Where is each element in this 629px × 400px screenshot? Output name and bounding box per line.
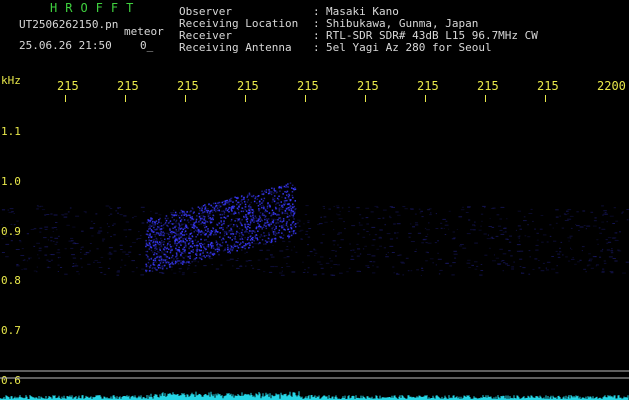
meteor-label: meteor	[124, 25, 164, 38]
datetime: 25.06.26 21:50	[19, 39, 112, 52]
x-tick-label: 215	[117, 79, 139, 93]
y-unit-label: kHz	[1, 74, 21, 87]
x-tick-label: 215	[417, 79, 439, 93]
file-name: UT2506262150.pn	[19, 18, 119, 31]
x-tick-label: 215	[177, 79, 199, 93]
x-tick-label: 2200	[597, 79, 626, 93]
x-tick-label: 215	[357, 79, 379, 93]
x-tick-label: 215	[477, 79, 499, 93]
brand-title: HROFFT	[50, 1, 142, 15]
x-tick-label: 215	[237, 79, 259, 93]
noise-band	[1, 205, 629, 276]
meteor-count: 0_	[140, 39, 154, 52]
x-tick-label: 215	[537, 79, 559, 93]
sep-4: :	[313, 41, 320, 54]
value-antenna: 5el Yagi Az 280 for Seoul	[326, 41, 492, 54]
label-antenna: Receiving Antenna	[179, 41, 292, 54]
spectrogram-plot	[0, 182, 629, 400]
spectrum-trace	[0, 391, 629, 400]
x-tick-label: 215	[57, 79, 79, 93]
meteor-echo	[145, 182, 297, 273]
x-tick-label: 215	[297, 79, 319, 93]
